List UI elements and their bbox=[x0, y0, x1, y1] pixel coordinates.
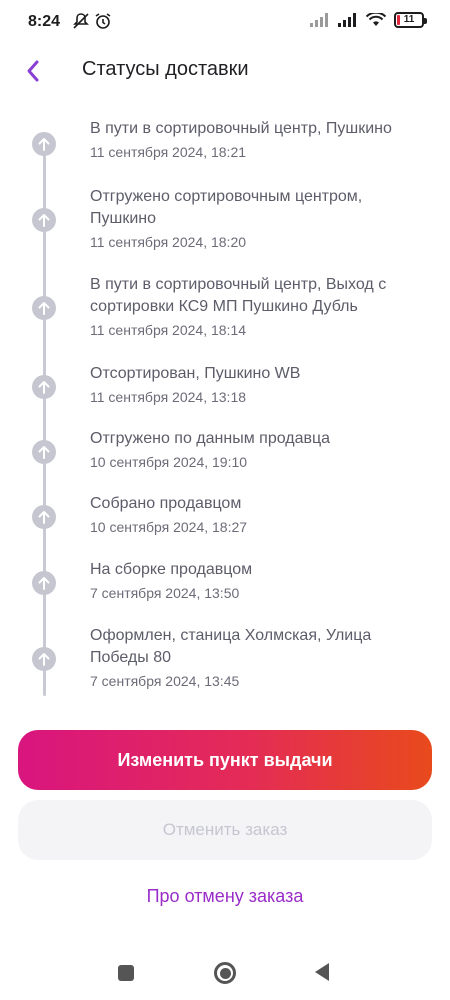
status-title: Собрано продавцом bbox=[90, 495, 242, 512]
battery-level: 11 bbox=[403, 14, 415, 25]
status-time: 8:24 bbox=[28, 13, 61, 30]
arrow-up-icon bbox=[32, 296, 56, 320]
delivery-status-timeline[interactable]: В пути в сортировочный центр, Пушкино 11… bbox=[0, 96, 450, 716]
home-button[interactable] bbox=[214, 962, 236, 984]
status-date: 10 сентября 2024, 18:27 bbox=[90, 519, 248, 535]
alarm-icon bbox=[96, 13, 111, 29]
arrow-up-icon bbox=[32, 571, 56, 595]
system-back-button[interactable] bbox=[315, 963, 329, 981]
cancel-order-button: Отменить заказ bbox=[18, 800, 432, 860]
chevron-left-icon bbox=[27, 60, 39, 82]
status-title: Оформлен, станица Холмская, Улица Победы… bbox=[90, 627, 372, 666]
signal-icon bbox=[310, 13, 328, 27]
battery-icon: 11 bbox=[394, 12, 427, 28]
arrow-up-icon bbox=[32, 132, 56, 156]
cancel-info-link[interactable]: Про отмену заказа bbox=[0, 886, 450, 907]
status-title: Отгружено сортировочным центром, Пушкино bbox=[90, 188, 363, 227]
arrow-up-icon bbox=[32, 375, 56, 399]
status-bar: 8:24 11 bbox=[0, 0, 450, 46]
arrow-up-icon bbox=[32, 440, 56, 464]
back-button[interactable] bbox=[16, 54, 50, 88]
page-title: Статусы доставки bbox=[82, 58, 249, 80]
arrow-up-icon bbox=[32, 647, 56, 671]
status-date: 11 сентября 2024, 18:14 bbox=[90, 322, 247, 338]
change-pickup-point-button[interactable]: Изменить пункт выдачи bbox=[18, 730, 432, 790]
app-header: Статусы доставки bbox=[0, 46, 450, 96]
status-date: 10 сентября 2024, 19:10 bbox=[90, 454, 248, 470]
status-left-icons bbox=[72, 12, 112, 30]
status-title: Отгружено по данным продавца bbox=[90, 430, 331, 447]
status-title: В пути в сортировочный центр, Пушкино bbox=[90, 120, 392, 137]
arrow-up-icon bbox=[32, 505, 56, 529]
system-nav-bar bbox=[0, 950, 450, 1000]
status-title: В пути в сортировочный центр, Выход с со… bbox=[90, 276, 387, 315]
wifi-icon bbox=[366, 13, 386, 26]
status-title: Отсортирован, Пушкино WB bbox=[90, 365, 301, 382]
signal-icon bbox=[338, 13, 356, 27]
status-date: 7 сентября 2024, 13:50 bbox=[90, 585, 240, 601]
status-right-icons: 11 bbox=[310, 12, 427, 28]
status-date: 11 сентября 2024, 18:20 bbox=[90, 234, 247, 250]
arrow-up-icon bbox=[32, 208, 56, 232]
notifications-off-icon bbox=[73, 13, 89, 29]
status-title: На сборке продавцом bbox=[90, 561, 253, 578]
status-date: 11 сентября 2024, 13:18 bbox=[90, 389, 247, 405]
recent-apps-button[interactable] bbox=[118, 965, 134, 981]
status-date: 11 сентября 2024, 18:21 bbox=[90, 144, 247, 160]
status-date: 7 сентября 2024, 13:45 bbox=[90, 673, 240, 689]
